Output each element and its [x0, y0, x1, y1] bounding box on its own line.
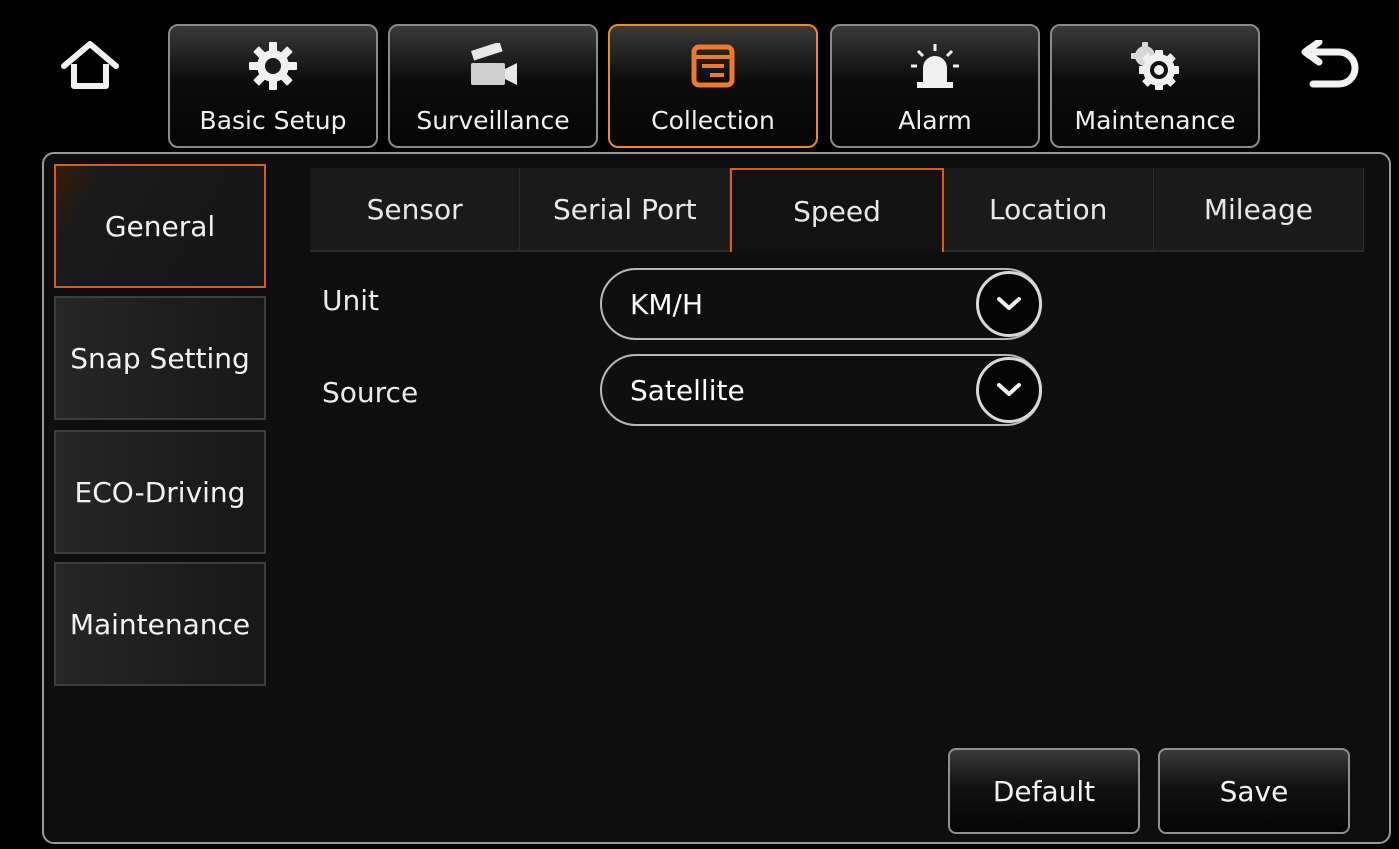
nav-tab-label: Basic Setup — [199, 106, 347, 135]
tab-label: Location — [988, 192, 1108, 226]
source-select[interactable]: Satellite — [600, 354, 1042, 426]
sidebar-item-label: Maintenance — [69, 607, 251, 641]
sidebar-item-eco-driving[interactable]: ECO-Driving — [54, 430, 266, 554]
chevron-down-icon[interactable] — [976, 271, 1042, 337]
settings-panel: General Snap Setting ECO-Driving Mainten… — [42, 152, 1391, 844]
nav-tab-surveillance[interactable]: Surveillance — [388, 24, 598, 148]
nav-tab-label: Surveillance — [416, 106, 570, 135]
nav-tab-basic-setup[interactable]: Basic Setup — [168, 24, 378, 148]
tab-label: Mileage — [1203, 192, 1313, 226]
save-button-label: Save — [1219, 774, 1289, 808]
default-button-label: Default — [992, 774, 1096, 808]
save-button[interactable]: Save — [1158, 748, 1350, 834]
nav-tab-maintenance[interactable]: Maintenance — [1050, 24, 1260, 148]
tab-mileage[interactable]: Mileage — [1153, 168, 1365, 252]
camera-icon — [467, 40, 519, 92]
home-button[interactable] — [50, 26, 130, 106]
sidebar-item-label: Snap Setting — [70, 341, 250, 375]
sidebar-item-maintenance[interactable]: Maintenance — [54, 562, 266, 686]
unit-label: Unit — [322, 284, 379, 317]
default-button[interactable]: Default — [948, 748, 1140, 834]
tab-serial-port[interactable]: Serial Port — [520, 168, 731, 252]
back-button[interactable] — [1290, 26, 1370, 106]
nav-tab-label: Maintenance — [1074, 106, 1236, 135]
nav-tab-alarm[interactable]: Alarm — [830, 24, 1040, 148]
top-navigation: Basic Setup Surveillance Collection Alar… — [0, 0, 1399, 152]
gears-icon — [1129, 40, 1181, 92]
tab-label: Sensor — [366, 192, 463, 226]
sidebar-item-snap-setting[interactable]: Snap Setting — [54, 296, 266, 420]
tab-label: Serial Port — [552, 192, 697, 226]
unit-value: KM/H — [630, 287, 704, 321]
tab-location[interactable]: Location — [943, 168, 1154, 252]
tab-label: Speed — [793, 194, 881, 228]
gear-icon — [247, 40, 299, 92]
sidebar-item-general[interactable]: General — [54, 164, 266, 288]
sidebar-item-label: ECO-Driving — [74, 475, 246, 509]
tab-sensor[interactable]: Sensor — [310, 168, 521, 252]
nav-tab-label: Collection — [651, 106, 775, 135]
back-arrow-icon — [1301, 40, 1359, 88]
collection-icon — [690, 40, 736, 92]
nav-tab-label: Alarm — [898, 106, 972, 135]
unit-select[interactable]: KM/H — [600, 268, 1042, 340]
source-value: Satellite — [630, 373, 745, 407]
tab-speed[interactable]: Speed — [730, 168, 944, 252]
sub-tab-bar: Sensor Serial Port Speed Location Mileag… — [310, 168, 1365, 252]
alarm-icon — [909, 40, 961, 92]
sidebar-item-label: General — [104, 209, 216, 243]
home-icon — [61, 41, 119, 89]
source-label: Source — [322, 376, 419, 409]
chevron-down-icon[interactable] — [976, 357, 1042, 423]
nav-tab-collection[interactable]: Collection — [608, 24, 818, 148]
